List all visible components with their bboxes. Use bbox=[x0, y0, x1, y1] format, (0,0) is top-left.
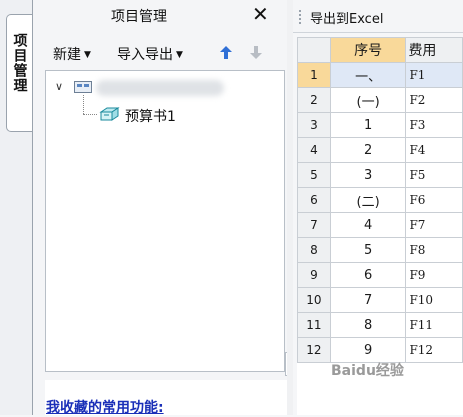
tab-project-management-label: 项目管理 bbox=[11, 33, 28, 93]
budget-book-icon bbox=[99, 107, 120, 121]
row-number-cell[interactable]: 9 bbox=[297, 262, 331, 288]
table-row[interactable]: 9 6 F9 bbox=[297, 262, 463, 288]
favorites-link[interactable]: 我收藏的常用功能: bbox=[46, 397, 164, 417]
fee-grid: 序号 费用 1 一、 F1 2 (一) F2 3 1 F3 4 2 F4 5 3 F5 6 (二) F6 7 4 F7 8… bbox=[297, 37, 463, 415]
row-number-cell[interactable]: 11 bbox=[297, 312, 331, 338]
fee-cell[interactable]: F12 bbox=[405, 337, 463, 363]
row-number-cell[interactable]: 2 bbox=[297, 87, 331, 113]
arrow-down-icon[interactable] bbox=[250, 46, 262, 59]
fee-cell[interactable]: F6 bbox=[405, 187, 463, 213]
project-panel: 项目管理 ✕ 新建 ▼ 导入导出 ▼ ∨ 预算书1 我收藏的常用功能: bbox=[33, 0, 292, 417]
table-row[interactable]: 1 一、 F1 bbox=[297, 62, 463, 88]
row-number-cell[interactable]: 10 bbox=[297, 287, 331, 313]
seq-cell[interactable]: 3 bbox=[329, 162, 407, 188]
seq-cell[interactable]: 1 bbox=[329, 112, 407, 138]
arrow-up-icon[interactable] bbox=[220, 46, 232, 59]
toolbar-grip[interactable] bbox=[299, 10, 303, 24]
fee-cell[interactable]: F4 bbox=[405, 137, 463, 163]
table-row[interactable]: 7 4 F7 bbox=[297, 212, 463, 238]
fee-cell[interactable]: F8 bbox=[405, 237, 463, 263]
grid-corner-cell[interactable] bbox=[297, 37, 331, 63]
grid-body: 1 一、 F1 2 (一) F2 3 1 F3 4 2 F4 5 3 F5 6 (二) F6 7 4 F7 8 5 F8 9 6 F… bbox=[297, 62, 463, 363]
new-button[interactable]: 新建 ▼ bbox=[53, 44, 91, 64]
seq-cell[interactable]: (一) bbox=[329, 87, 407, 113]
import-export-button-label: 导入导出 bbox=[117, 47, 173, 63]
seq-cell[interactable]: 4 bbox=[329, 212, 407, 238]
seq-cell[interactable]: 8 bbox=[329, 312, 407, 338]
fee-cell[interactable]: F7 bbox=[405, 212, 463, 238]
seq-cell[interactable]: 7 bbox=[329, 287, 407, 313]
tree-item-budget-book[interactable]: 预算书1 bbox=[125, 106, 176, 126]
close-icon[interactable]: ✕ bbox=[252, 2, 269, 26]
tree-root-label-blurred[interactable] bbox=[96, 80, 224, 96]
export-toolbar: 导出到Excel bbox=[293, 0, 463, 33]
fee-table: 序号 费用 1 一、 F1 2 (一) F2 3 1 F3 4 2 F4 5 3 F5 6 (二) F6 7 4 F7 8… bbox=[297, 37, 463, 363]
tab-project-management[interactable]: 项目管理 bbox=[6, 14, 32, 132]
table-row[interactable]: 10 7 F10 bbox=[297, 287, 463, 313]
fee-cell[interactable]: F10 bbox=[405, 287, 463, 313]
table-row[interactable]: 8 5 F8 bbox=[297, 237, 463, 263]
tree-connector bbox=[83, 95, 84, 114]
table-row[interactable]: 4 2 F4 bbox=[297, 137, 463, 163]
row-number-cell[interactable]: 6 bbox=[297, 187, 331, 213]
tree-expand-chevron-icon[interactable]: ∨ bbox=[55, 80, 63, 93]
fee-cell[interactable]: F11 bbox=[405, 312, 463, 338]
seq-cell[interactable]: 一、 bbox=[329, 62, 407, 88]
table-row[interactable]: 11 8 F11 bbox=[297, 312, 463, 338]
project-tree: ∨ 预算书1 bbox=[45, 70, 285, 372]
table-row[interactable]: 6 (二) F6 bbox=[297, 187, 463, 213]
favorites-section: 我收藏的常用功能: bbox=[45, 380, 287, 417]
row-number-cell[interactable]: 4 bbox=[297, 137, 331, 163]
seq-cell[interactable]: 6 bbox=[329, 262, 407, 288]
new-button-label: 新建 bbox=[53, 47, 81, 63]
table-row[interactable]: 3 1 F3 bbox=[297, 112, 463, 138]
import-export-button[interactable]: 导入导出 ▼ bbox=[117, 44, 183, 64]
side-tab-strip: 项目管理 bbox=[0, 0, 32, 415]
seq-cell[interactable]: 9 bbox=[329, 337, 407, 363]
seq-cell[interactable]: 2 bbox=[329, 137, 407, 163]
chevron-down-icon: ▼ bbox=[176, 50, 183, 60]
row-number-cell[interactable]: 3 bbox=[297, 112, 331, 138]
project-root-icon bbox=[74, 81, 92, 93]
panel-title: 项目管理 bbox=[111, 9, 167, 25]
table-row[interactable]: 12 9 F12 bbox=[297, 337, 463, 363]
fee-cell[interactable]: F3 bbox=[405, 112, 463, 138]
panel-toolbar: 新建 ▼ 导入导出 ▼ bbox=[33, 40, 287, 66]
row-number-cell[interactable]: 7 bbox=[297, 212, 331, 238]
row-number-cell[interactable]: 8 bbox=[297, 237, 331, 263]
row-number-cell[interactable]: 5 bbox=[297, 162, 331, 188]
pane-divider[interactable] bbox=[287, 0, 293, 415]
tree-connector bbox=[83, 114, 97, 115]
chevron-down-icon: ▼ bbox=[84, 50, 91, 60]
fee-cell[interactable]: F1 bbox=[405, 62, 463, 88]
panel-splitter[interactable] bbox=[33, 372, 287, 377]
row-number-cell[interactable]: 12 bbox=[297, 337, 331, 363]
row-number-cell[interactable]: 1 bbox=[297, 62, 331, 88]
seq-cell[interactable]: (二) bbox=[329, 187, 407, 213]
column-header-fee[interactable]: 费用 bbox=[405, 37, 463, 63]
seq-cell[interactable]: 5 bbox=[329, 237, 407, 263]
table-row[interactable]: 5 3 F5 bbox=[297, 162, 463, 188]
fee-cell[interactable]: F2 bbox=[405, 87, 463, 113]
panel-title-bar: 项目管理 ✕ bbox=[33, 0, 287, 30]
table-row[interactable]: 2 (一) F2 bbox=[297, 87, 463, 113]
column-header-seq[interactable]: 序号 bbox=[329, 37, 407, 63]
fee-cell[interactable]: F9 bbox=[405, 262, 463, 288]
fee-cell[interactable]: F5 bbox=[405, 162, 463, 188]
export-to-excel-button[interactable]: 导出到Excel bbox=[310, 8, 383, 27]
